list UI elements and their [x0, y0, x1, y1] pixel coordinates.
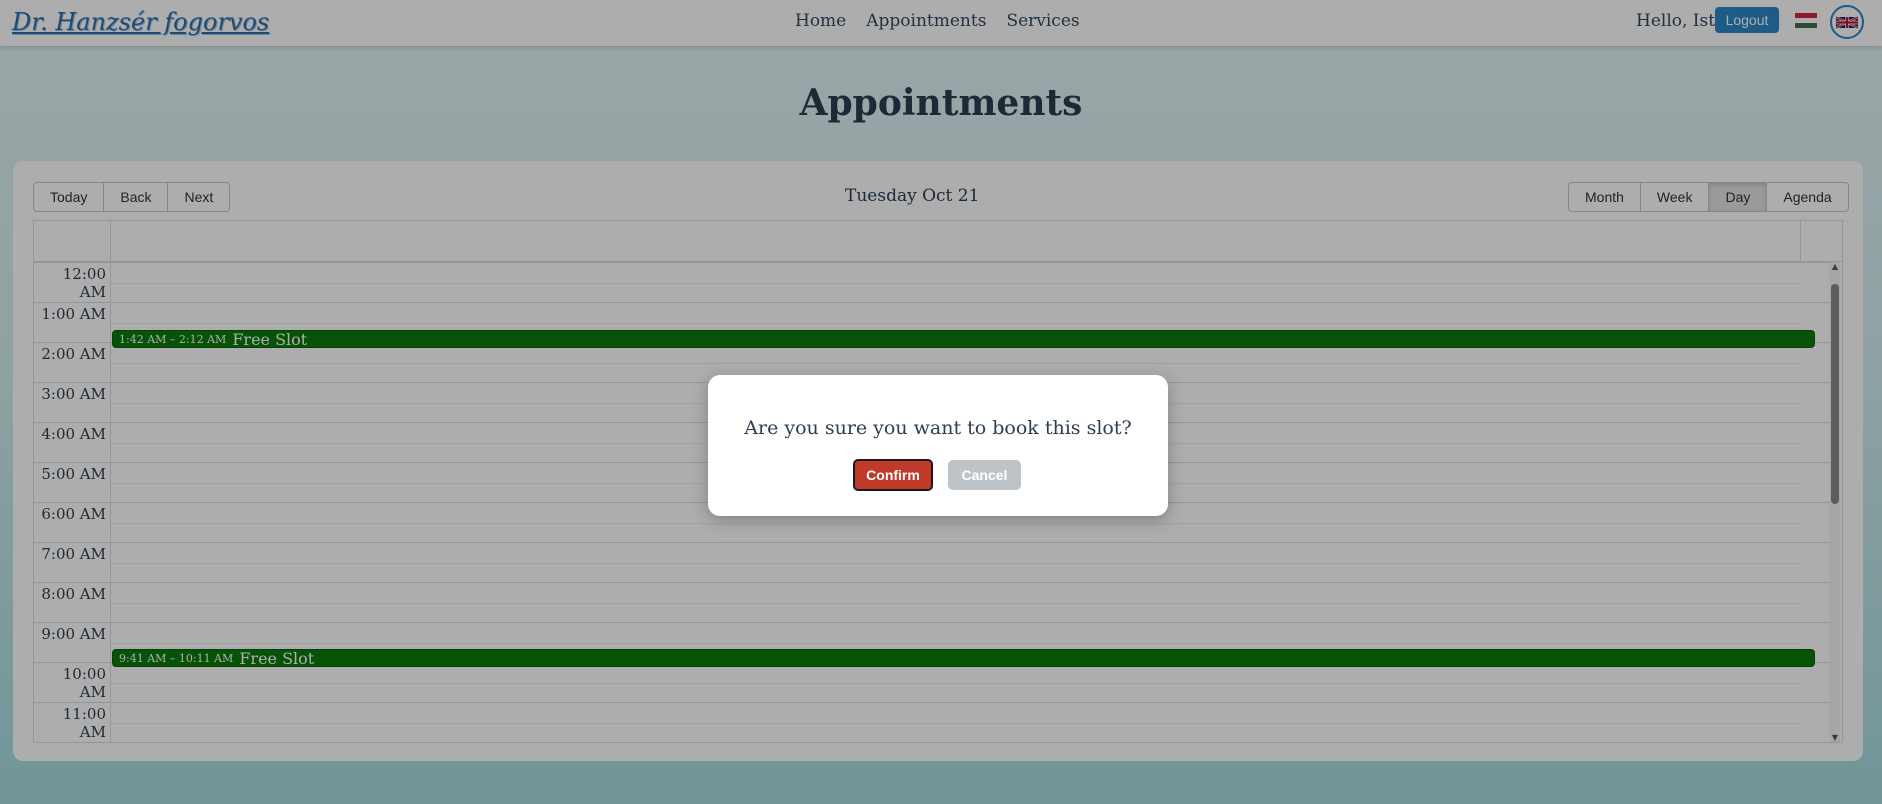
confirm-button[interactable]: Confirm — [853, 459, 933, 491]
cancel-button[interactable]: Cancel — [948, 460, 1021, 490]
dialog-question: Are you sure you want to book this slot? — [744, 417, 1132, 439]
confirm-booking-dialog: Are you sure you want to book this slot?… — [708, 375, 1168, 516]
modal-overlay[interactable]: Are you sure you want to book this slot?… — [0, 0, 1882, 804]
